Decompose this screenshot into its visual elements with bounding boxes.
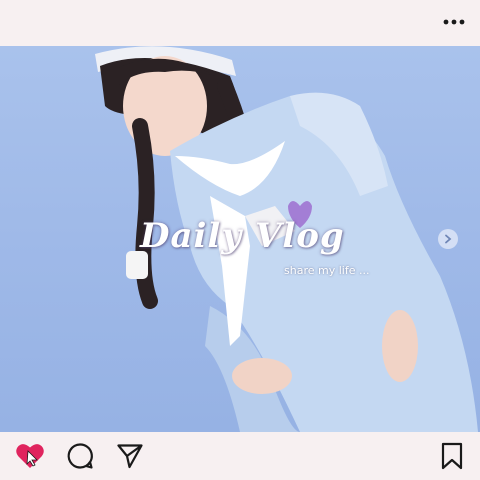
- next-photo-button[interactable]: [438, 229, 458, 249]
- more-horizontal-icon: [443, 19, 465, 25]
- like-button[interactable]: [14, 440, 46, 472]
- overlay-title: Daily Vlog: [140, 216, 345, 256]
- post-actions: [0, 432, 480, 480]
- post-photo[interactable]: Daily Vlog share my life ...: [0, 46, 480, 432]
- overlay-subtitle: share my life ...: [284, 264, 370, 277]
- comment-button[interactable]: [64, 440, 96, 472]
- chevron-right-icon: [445, 234, 452, 244]
- bookmark-icon: [441, 442, 463, 470]
- post-header: [0, 0, 480, 46]
- comment-icon: [67, 443, 93, 469]
- share-button[interactable]: [114, 440, 146, 472]
- save-button[interactable]: [436, 440, 468, 472]
- heart-icon: [16, 444, 44, 468]
- more-options-button[interactable]: [440, 10, 468, 34]
- send-icon: [117, 444, 143, 469]
